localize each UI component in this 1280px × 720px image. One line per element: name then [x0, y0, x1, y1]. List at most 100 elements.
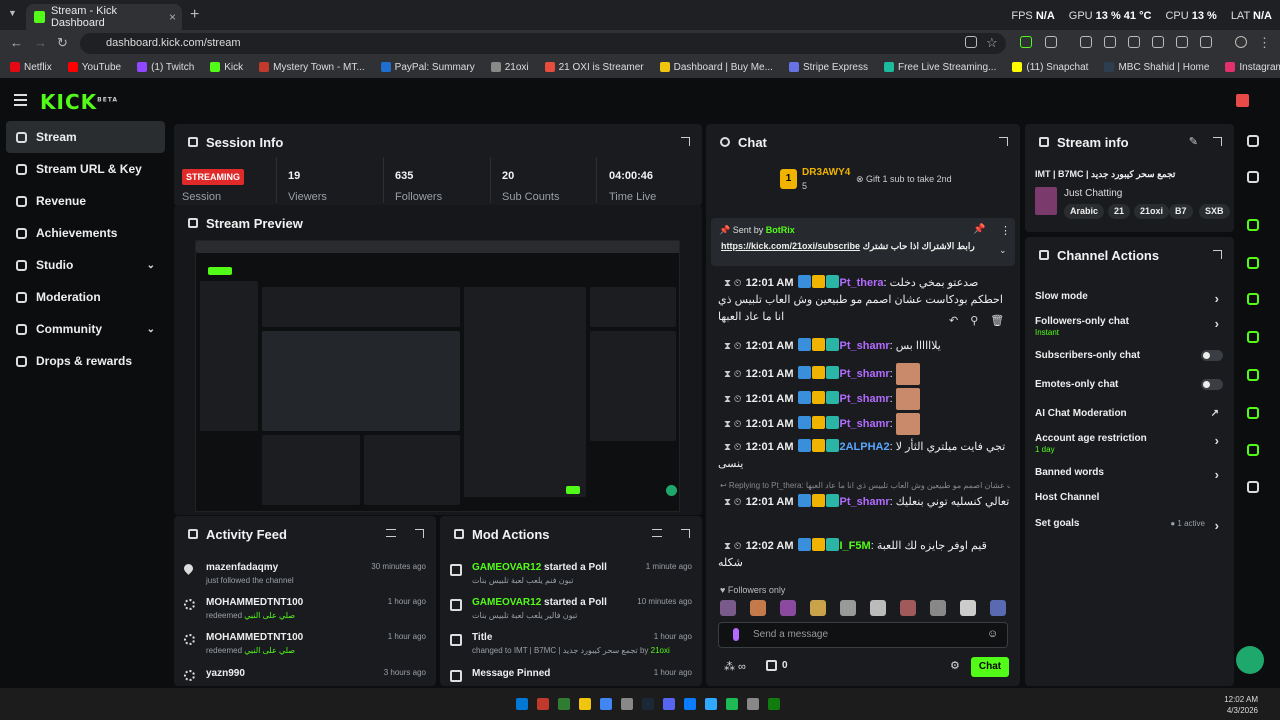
star-icon[interactable]: ☆	[986, 35, 998, 51]
channel-action-item[interactable]: Subscribers-only chat	[1035, 350, 1225, 361]
follower-avatar[interactable]	[990, 600, 1006, 616]
message-username[interactable]: Pt_shamr	[840, 340, 890, 352]
follower-avatar[interactable]	[750, 600, 766, 616]
message-username[interactable]: I_F5M	[840, 540, 871, 552]
bookmark-item[interactable]: (11) Snapchat	[1012, 62, 1088, 73]
chevron-down-icon[interactable]: ⌄	[147, 260, 155, 271]
sidebar-item[interactable]: Studio ⌄	[6, 249, 165, 281]
info-icon[interactable]	[1241, 132, 1277, 152]
chevron-right-icon[interactable]: ›	[1215, 518, 1219, 533]
mod-tools-icon[interactable]: ⧗ ⏲	[724, 369, 742, 380]
chat-settings-icon[interactable]: ⚙	[950, 659, 960, 672]
pinned-message[interactable]: 📌 Sent by BotRix https://kick.com/21oxi/…	[711, 218, 1015, 266]
sidebar-item[interactable]: Stream	[6, 121, 165, 153]
follower-avatar[interactable]	[840, 600, 856, 616]
chevron-right-icon[interactable]: ›	[1215, 316, 1219, 331]
broadcast-icon[interactable]	[1241, 366, 1277, 386]
taskbar-app-icon[interactable]	[768, 698, 780, 710]
document-icon[interactable]	[1241, 290, 1277, 310]
filter-icon[interactable]	[386, 529, 396, 537]
follower-avatar[interactable]	[720, 600, 736, 616]
chat-send-button[interactable]: Chat	[971, 657, 1009, 677]
taskbar-app-icon[interactable]	[516, 698, 528, 710]
popout-icon[interactable]	[681, 529, 690, 538]
taskbar-app-icon[interactable]	[726, 698, 738, 710]
bookmark-item[interactable]: Netflix	[10, 62, 52, 73]
taskbar-app-icon[interactable]	[684, 698, 696, 710]
link-icon[interactable]	[1200, 36, 1212, 48]
stream-tag[interactable]: 21oxi	[1134, 204, 1170, 219]
points-icon[interactable]: ⁂ ∞	[724, 660, 746, 673]
message-username[interactable]: Pt_shamr	[840, 368, 890, 380]
follower-avatar[interactable]	[780, 600, 796, 616]
chat-message[interactable]: ⧗ ⏲ 12:01 AM Pt_shamr: يلاااااا بس	[718, 338, 1012, 355]
mod-tools-icon[interactable]: ⧗ ⏲	[724, 419, 742, 430]
activity-username[interactable]: MOHAMMEDTNT100	[206, 632, 303, 643]
bookmark-item[interactable]: Instagram	[1225, 62, 1280, 73]
filter-icon[interactable]	[652, 529, 662, 537]
store-icon[interactable]	[766, 660, 777, 671]
follower-avatar[interactable]	[930, 600, 946, 616]
sidebar-item[interactable]: Revenue	[6, 185, 165, 217]
history-icon[interactable]	[1176, 36, 1188, 48]
wrench-icon[interactable]	[1241, 441, 1277, 461]
forward-icon[interactable]: →	[34, 35, 47, 50]
chevron-down-icon[interactable]: ⌄	[999, 245, 1007, 256]
chevron-right-icon[interactable]: ›	[1215, 467, 1219, 482]
chat-message[interactable]: ⧗ ⏲ 12:01 AM Pt_shamr: تعالي كنسليه توني ب…	[718, 494, 1012, 511]
sidebar-item[interactable]: Drops & rewards	[6, 345, 165, 377]
top-gifter-name[interactable]: DR3AWY4	[802, 167, 850, 178]
follower-avatar[interactable]	[810, 600, 826, 616]
channel-action-item[interactable]: Followers-only chat Instant ›	[1035, 316, 1225, 337]
bookmark-item[interactable]: YouTube	[67, 62, 121, 73]
sidebar-item[interactable]: Community ⌄	[6, 313, 165, 345]
external-link-icon[interactable]: ↗	[1211, 408, 1219, 419]
channel-action-item[interactable]: Emotes-only chat	[1035, 379, 1225, 390]
mod-tools-icon[interactable]: ⧗ ⏲	[724, 341, 742, 352]
tab-close-icon[interactable]: ×	[169, 10, 176, 24]
translate-icon[interactable]	[1128, 36, 1140, 48]
taskbar-app-icon[interactable]	[663, 698, 675, 710]
activity-username[interactable]: mazenfadaqmy	[206, 562, 278, 573]
bookmark-item[interactable]: 21 OXI is Streamer	[544, 62, 644, 73]
activity-username[interactable]: MOHAMMEDTNT100	[206, 597, 303, 608]
category-name[interactable]: Just Chatting	[1064, 188, 1122, 199]
popout-icon[interactable]	[681, 137, 690, 146]
message-username[interactable]: 2ALPHA2	[840, 441, 890, 453]
bookmark-item[interactable]: (1) Twitch	[137, 62, 194, 73]
taskbar-app-icon[interactable]	[705, 698, 717, 710]
message-username[interactable]: Pt_shamr	[840, 393, 890, 405]
hamburger-menu-icon[interactable]	[14, 94, 27, 109]
stream-tag[interactable]: SXB	[1199, 204, 1230, 219]
new-tab-icon[interactable]: +	[190, 6, 199, 24]
eye-off-icon[interactable]	[965, 36, 977, 48]
chevron-right-icon[interactable]: ›	[1215, 291, 1219, 306]
taskbar-app-icon[interactable]	[600, 698, 612, 710]
sidebar-item[interactable]: Achievements	[6, 217, 165, 249]
help-button[interactable]	[1236, 646, 1264, 674]
popout-icon[interactable]	[1213, 137, 1222, 146]
follower-avatar[interactable]	[960, 600, 976, 616]
mod-tools-icon[interactable]: ⧗ ⏲	[724, 394, 742, 405]
gift-box-icon[interactable]	[1236, 94, 1249, 107]
tab-search-icon[interactable]: ▼	[8, 8, 17, 18]
mod-tools-icon[interactable]: ⧗ ⏲	[724, 497, 742, 508]
popout-icon[interactable]	[415, 529, 424, 538]
url-field[interactable]: dashboard.kick.com/stream	[80, 33, 1006, 54]
chat-message[interactable]: ⧗ ⏲ 12:01 AM Pt_shamr:	[718, 363, 1012, 385]
edit-icon[interactable]: ✎	[1189, 135, 1198, 148]
stream-tag[interactable]: 21	[1108, 204, 1131, 219]
chevron-right-icon[interactable]: ›	[1215, 433, 1219, 448]
bookmark-item[interactable]: Kick	[210, 62, 243, 73]
channel-action-item[interactable]: AI Chat Moderation ↗	[1035, 408, 1225, 419]
download-icon[interactable]	[1080, 36, 1092, 48]
toggle-switch[interactable]	[1201, 379, 1223, 390]
channel-action-item[interactable]: Set goals › ● 1 active	[1035, 518, 1225, 533]
emoji-icon[interactable]: ☺	[987, 628, 998, 640]
chat-message[interactable]: ⧗ ⏲ 12:01 AM Pt_shamr:	[718, 388, 1012, 410]
channel-action-item[interactable]: Banned words ›	[1035, 467, 1225, 482]
activity-username[interactable]: yazn990	[206, 668, 245, 679]
taskbar-app-icon[interactable]	[642, 698, 654, 710]
pencil-icon[interactable]	[1241, 168, 1277, 188]
taskbar-app-icon[interactable]	[537, 698, 549, 710]
